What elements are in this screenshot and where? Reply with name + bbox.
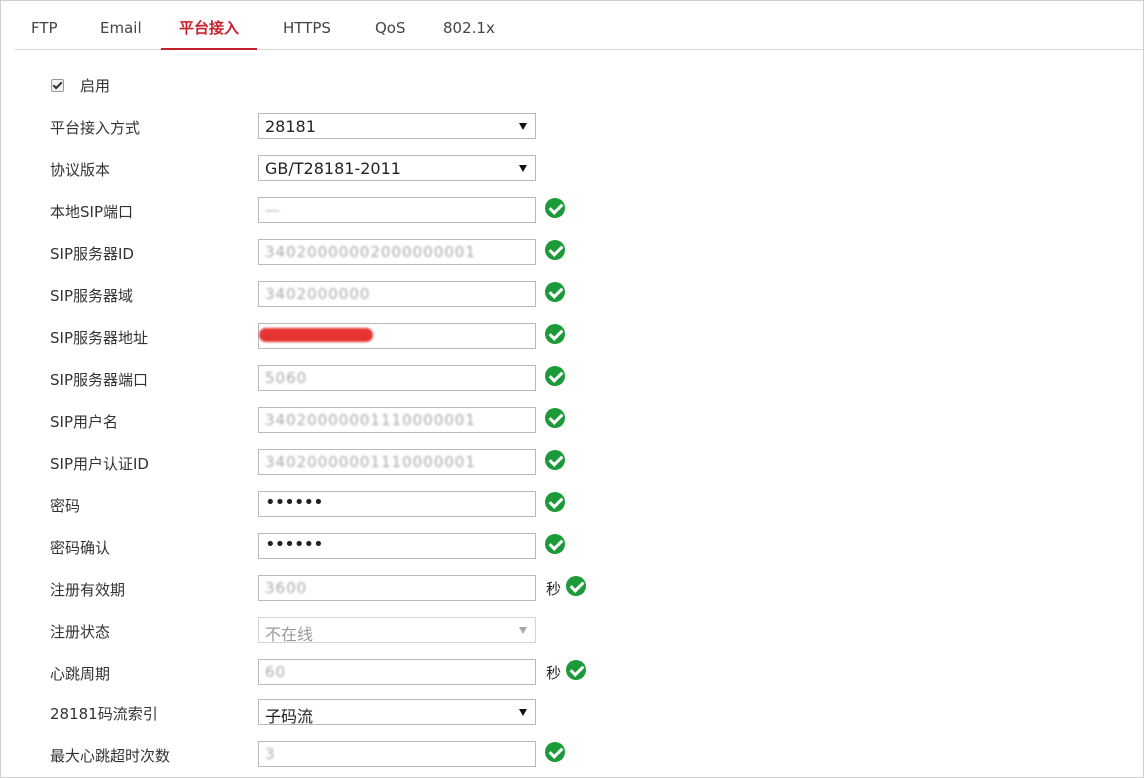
check-icon <box>545 408 565 428</box>
row-password-confirm: 密码确认 •••••• <box>1 533 1144 561</box>
sip-username-value: 34020000001110000001 <box>265 411 476 429</box>
sip-server-port-label: SIP服务器端口 <box>50 371 148 389</box>
sip-server-id-label: SIP服务器ID <box>50 245 134 263</box>
chevron-down-icon <box>519 709 527 716</box>
row-sip-server-port: SIP服务器端口 5060 <box>1 365 1144 393</box>
register-status-value: 不在线 <box>265 625 314 644</box>
sip-server-port-value: 5060 <box>265 369 308 387</box>
check-icon <box>545 534 565 554</box>
sip-server-domain-value: 3402000000 <box>265 285 371 303</box>
sip-username-label: SIP用户名 <box>50 413 118 431</box>
check-icon <box>566 576 586 596</box>
row-sip-server-domain: SIP服务器域 3402000000 <box>1 281 1144 309</box>
tab-ftp[interactable]: FTP <box>31 1 58 49</box>
row-sip-server-id: SIP服务器ID 34020000002000000001 <box>1 239 1144 267</box>
password-input[interactable]: •••••• <box>258 491 536 517</box>
row-local-sip-port: 本地SIP端口 — <box>1 197 1144 225</box>
password-confirm-value: •••••• <box>265 534 324 555</box>
protocol-version-select[interactable]: GB/T28181-2011 <box>258 155 536 181</box>
max-heartbeat-timeouts-input[interactable]: 3 <box>258 741 536 767</box>
tab-https[interactable]: HTTPS <box>283 1 331 49</box>
password-value: •••••• <box>265 492 324 513</box>
sip-auth-id-label: SIP用户认证ID <box>50 455 149 473</box>
register-validity-unit: 秒 <box>546 580 562 598</box>
check-icon <box>545 282 565 302</box>
password-confirm-label: 密码确认 <box>50 539 111 557</box>
tab-email[interactable]: Email <box>100 1 142 49</box>
row-sip-server-address: SIP服务器地址 <box>1 323 1144 351</box>
sip-auth-id-value: 34020000001110000001 <box>265 453 476 471</box>
heartbeat-period-label: 心跳周期 <box>50 665 111 683</box>
chevron-down-icon <box>519 627 527 634</box>
check-icon <box>566 660 586 680</box>
settings-panel: FTP Email 平台接入 HTTPS QoS 802.1x 启用 平台接入方… <box>0 0 1144 778</box>
enable-row: 启用 <box>51 75 110 95</box>
sip-server-domain-input[interactable]: 3402000000 <box>258 281 536 307</box>
tab-bar: FTP Email 平台接入 HTTPS QoS 802.1x <box>15 1 1143 50</box>
sip-username-input[interactable]: 34020000001110000001 <box>258 407 536 433</box>
register-validity-label: 注册有效期 <box>50 581 126 599</box>
enable-checkbox[interactable] <box>51 78 64 92</box>
check-icon <box>545 324 565 344</box>
heartbeat-period-unit: 秒 <box>546 664 562 682</box>
heartbeat-period-input[interactable]: 60 <box>258 659 536 685</box>
redaction-mark <box>259 328 373 342</box>
stream-index-value: 子码流 <box>265 707 314 726</box>
local-sip-port-input[interactable]: — <box>258 197 536 223</box>
row-register-validity: 注册有效期 3600 秒 <box>1 575 1144 603</box>
row-heartbeat-period: 心跳周期 60 秒 <box>1 659 1144 687</box>
protocol-version-label: 协议版本 <box>50 161 111 179</box>
row-register-status: 注册状态 不在线 <box>1 617 1144 645</box>
stream-index-label: 28181码流索引 <box>50 705 158 723</box>
protocol-version-value: GB/T28181-2011 <box>265 159 401 178</box>
row-access-mode: 平台接入方式 28181 <box>1 113 1144 141</box>
max-heartbeat-timeouts-value: 3 <box>265 745 276 763</box>
sip-server-address-label: SIP服务器地址 <box>50 329 148 347</box>
check-icon <box>545 450 565 470</box>
row-sip-username: SIP用户名 34020000001110000001 <box>1 407 1144 435</box>
local-sip-port-value: — <box>265 201 281 219</box>
local-sip-port-label: 本地SIP端口 <box>50 203 133 221</box>
check-icon <box>545 198 565 218</box>
sip-server-id-input[interactable]: 34020000002000000001 <box>258 239 536 265</box>
check-icon <box>545 366 565 386</box>
register-validity-value: 3600 <box>265 579 308 597</box>
access-mode-label: 平台接入方式 <box>50 119 141 137</box>
check-icon <box>545 742 565 762</box>
sip-auth-id-input[interactable]: 34020000001110000001 <box>258 449 536 475</box>
sip-server-domain-label: SIP服务器域 <box>50 287 133 305</box>
tab-platform-access[interactable]: 平台接入 <box>160 1 258 50</box>
register-status-select: 不在线 <box>258 617 536 644</box>
sip-server-id-value: 34020000002000000001 <box>265 243 476 261</box>
row-sip-auth-id: SIP用户认证ID 34020000001110000001 <box>1 449 1144 477</box>
sip-server-port-input[interactable]: 5060 <box>258 365 536 391</box>
password-confirm-input[interactable]: •••••• <box>258 533 536 559</box>
check-icon <box>545 492 565 512</box>
enable-label: 启用 <box>80 76 111 95</box>
register-validity-input[interactable]: 3600 <box>258 575 536 601</box>
register-status-label: 注册状态 <box>50 623 111 641</box>
password-label: 密码 <box>50 497 81 515</box>
row-protocol-version: 协议版本 GB/T28181-2011 <box>1 155 1144 183</box>
chevron-down-icon <box>519 123 527 130</box>
chevron-down-icon <box>519 165 527 172</box>
max-heartbeat-timeouts-label: 最大心跳超时次数 <box>50 747 171 765</box>
row-stream-index: 28181码流索引 子码流 <box>1 699 1144 727</box>
heartbeat-period-value: 60 <box>265 663 287 681</box>
access-mode-value: 28181 <box>265 117 316 136</box>
row-password: 密码 •••••• <box>1 491 1144 519</box>
tab-8021x[interactable]: 802.1x <box>443 1 495 49</box>
access-mode-select[interactable]: 28181 <box>258 113 536 139</box>
tab-qos[interactable]: QoS <box>375 1 406 49</box>
check-icon <box>545 240 565 260</box>
row-max-heartbeat-timeouts: 最大心跳超时次数 3 <box>1 741 1144 769</box>
sip-server-address-input[interactable] <box>258 323 536 349</box>
stream-index-select[interactable]: 子码流 <box>258 699 536 726</box>
